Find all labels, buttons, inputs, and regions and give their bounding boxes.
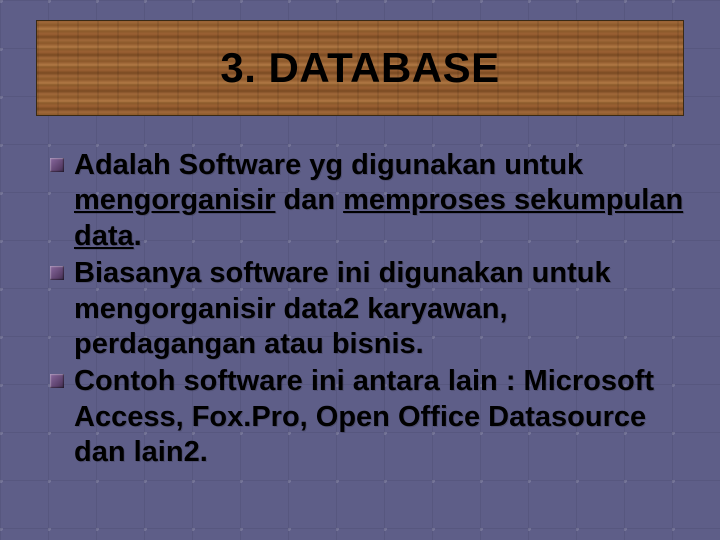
bullet-icon — [50, 158, 64, 172]
bullet-icon — [50, 374, 64, 388]
bullet-icon — [50, 266, 64, 280]
bullet-text-2: Biasanya software ini digunakan untuk me… — [74, 256, 690, 362]
bullet-text-1: Adalah Software yg digunakan untuk mengo… — [74, 148, 690, 254]
list-item: Adalah Software yg digunakan untuk mengo… — [50, 148, 690, 254]
content-area: Adalah Software yg digunakan untuk mengo… — [50, 148, 690, 472]
list-item: Biasanya software ini digunakan untuk me… — [50, 256, 690, 362]
slide-title: 3. DATABASE — [220, 44, 499, 92]
title-banner: 3. DATABASE — [36, 20, 684, 116]
list-item: Contoh software ini antara lain : Micros… — [50, 364, 690, 470]
bullet-text-3: Contoh software ini antara lain : Micros… — [74, 364, 690, 470]
